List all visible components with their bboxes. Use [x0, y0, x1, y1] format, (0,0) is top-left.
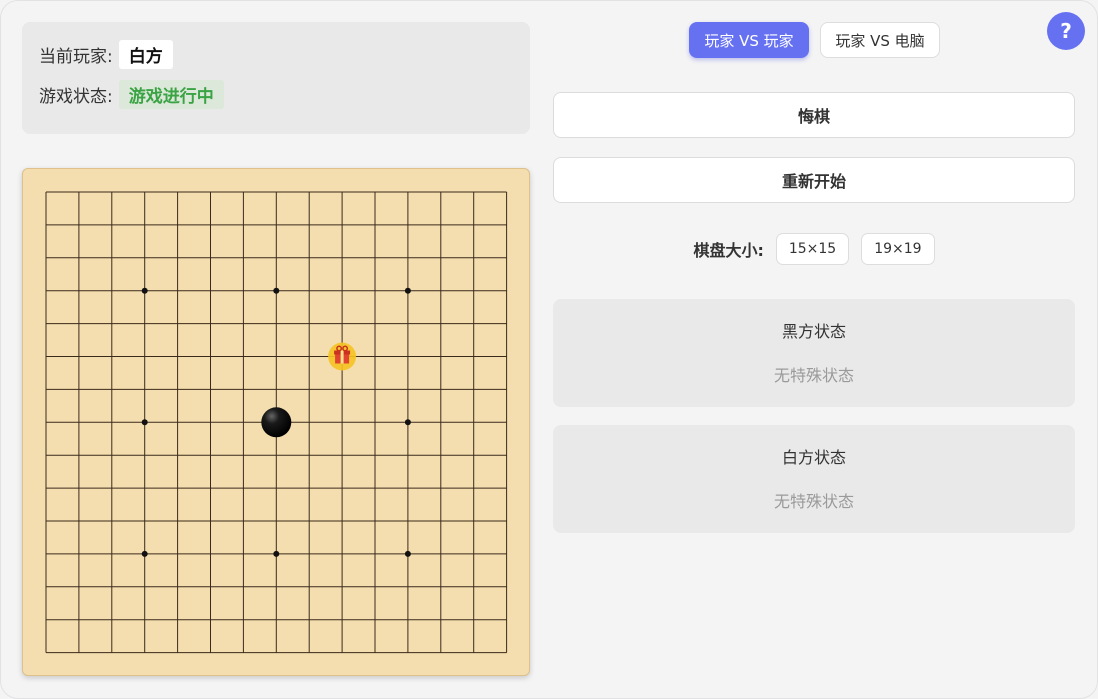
star-point [404, 287, 411, 294]
star-point [404, 550, 411, 557]
mode-pvp-button[interactable]: 玩家 VS 玩家 [689, 22, 809, 58]
board-size-label: 棋盘大小: [693, 241, 764, 260]
star-point [141, 550, 148, 557]
star-point [404, 419, 411, 426]
current-player-row: 当前玩家: 白方 [39, 40, 173, 69]
gift-icon[interactable] [328, 342, 357, 371]
help-button[interactable]: ? [1047, 12, 1085, 50]
star-point [273, 287, 280, 294]
undo-button[interactable]: 悔棋 [553, 92, 1075, 138]
restart-button[interactable]: 重新开始 [553, 157, 1075, 203]
current-player-badge: 白方 [118, 40, 173, 69]
board-size-selector: 棋盘大小: 15×15 19×19 [553, 232, 1075, 266]
current-player-label: 当前玩家: [39, 47, 113, 67]
black-state-title: 黑方状态 [781, 322, 846, 341]
game-info-panel: 当前玩家: 白方 游戏状态: 游戏进行中 [22, 22, 530, 134]
mode-pve-button[interactable]: 玩家 VS 电脑 [820, 22, 940, 58]
board-size-15-button[interactable]: 15×15 [775, 233, 850, 265]
gomoku-board[interactable] [22, 168, 530, 676]
help-icon: ? [1060, 19, 1072, 43]
black-state-text: 无特殊状态 [773, 366, 854, 385]
white-state-text: 无特殊状态 [773, 492, 854, 511]
board-size-19-button[interactable]: 19×19 [861, 233, 935, 265]
game-status-row: 游戏状态: 游戏进行中 [39, 80, 224, 109]
black-state-card: 黑方状态 无特殊状态 [553, 299, 1075, 407]
star-point [273, 550, 280, 557]
game-status-label: 游戏状态: [39, 87, 113, 107]
board-grid[interactable] [23, 169, 529, 675]
star-point [141, 287, 148, 294]
game-status-badge: 游戏进行中 [118, 80, 224, 109]
white-state-title: 白方状态 [781, 448, 846, 467]
black-stone [261, 407, 292, 438]
white-state-card: 白方状态 无特殊状态 [553, 425, 1075, 533]
star-point [141, 419, 148, 426]
